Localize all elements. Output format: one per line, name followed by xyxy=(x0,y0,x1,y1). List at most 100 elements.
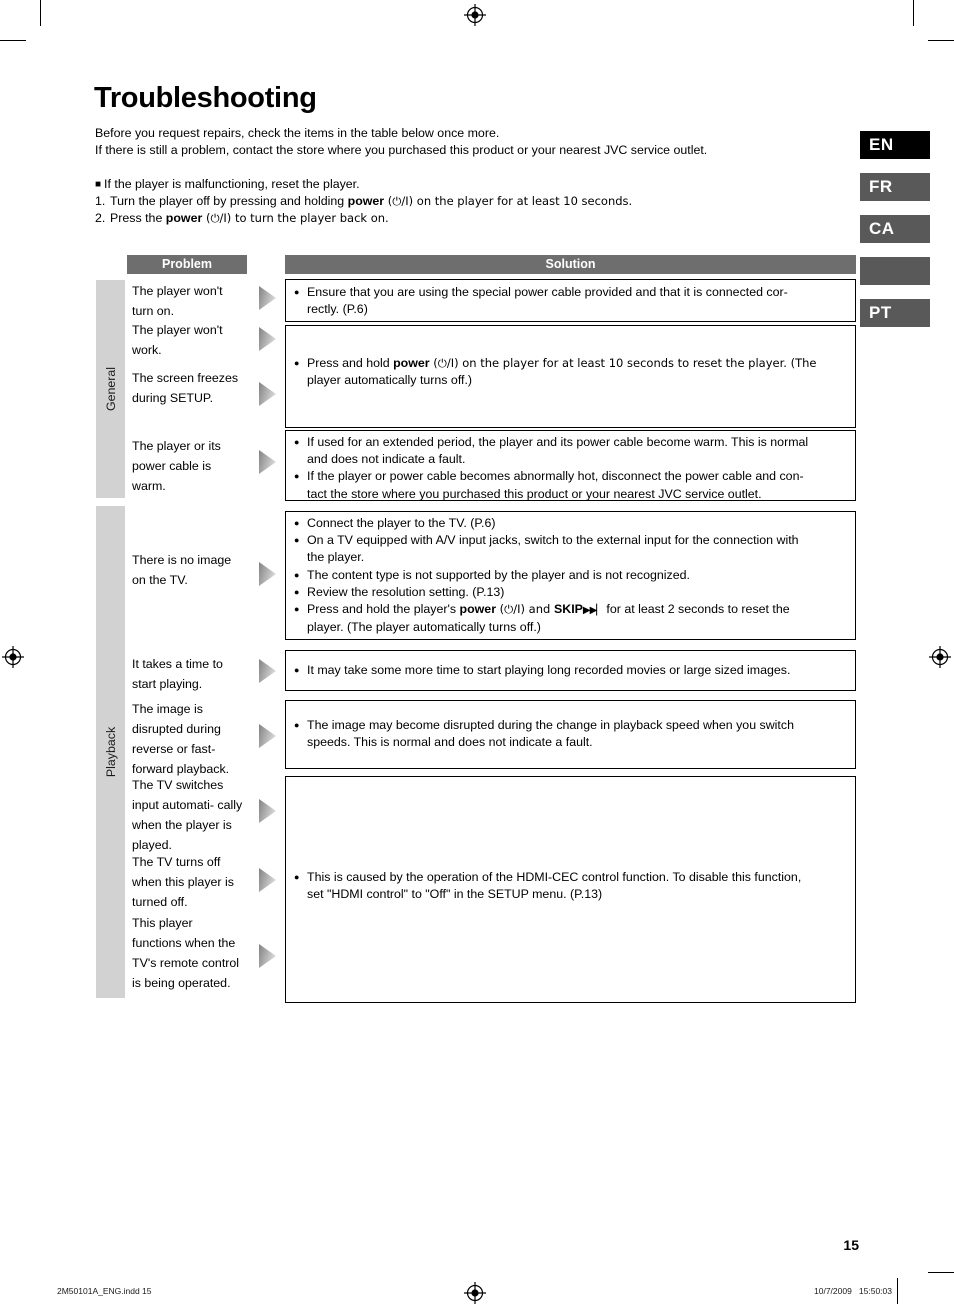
arrow-icon-row-3 xyxy=(259,382,276,406)
arrow-icon-row-5 xyxy=(259,562,276,586)
solution-4-bullet-1: Connect the player to the TV. (P.6) xyxy=(294,515,847,532)
reset-step-2-text-a: Press the xyxy=(110,211,166,225)
intro-paragraph: Before you request repairs, check the it… xyxy=(95,125,835,159)
reset-step-2: 2. Press the power (⏻/I) to turn the play… xyxy=(95,210,835,227)
language-tab-pt[interactable]: PT xyxy=(860,299,930,327)
registration-mark-left-center xyxy=(2,646,24,668)
reset-heading-text: If the player is malfunctioning, reset t… xyxy=(104,177,360,191)
solution-4-b5-text-b: for at least 2 seconds to reset the xyxy=(602,602,790,617)
category-bar-general: General xyxy=(96,280,125,498)
problem-cell-2: The player won't work. xyxy=(132,323,223,357)
solution-box-4: Connect the player to the TV. (P.6) On a… xyxy=(285,511,856,640)
crop-mark-top-left-horizontal xyxy=(0,40,26,41)
solution-3-b2-line-1: If the player or power cable becomes abn… xyxy=(307,469,804,484)
square-bullet-icon: ■ xyxy=(95,179,102,190)
language-tab-ca[interactable]: CA xyxy=(860,215,930,243)
table-header-solution: Solution xyxy=(285,255,856,274)
reset-step-1-number: 1. xyxy=(95,194,106,208)
skip-forward-icon: ▶▶▏ xyxy=(582,605,604,617)
category-label-playback: Playback xyxy=(103,726,118,778)
page-number: 15 xyxy=(843,1237,859,1253)
reset-step-1-text-a: Turn the player off by pressing and hold… xyxy=(110,194,348,208)
solution-6-b1-line-2: speeds. This is normal and does not indi… xyxy=(307,735,593,750)
solution-4-skip-label: SKIP xyxy=(553,602,583,617)
solution-4-bullet-2: On a TV equipped with A/V input jacks, s… xyxy=(294,532,847,566)
crop-mark-bottom-right-vertical xyxy=(897,1278,898,1304)
crop-mark-bottom-right-horizontal xyxy=(928,1272,954,1273)
arrow-icon-row-9 xyxy=(259,868,276,892)
solution-1-line-1: Ensure that you are using the special po… xyxy=(307,285,788,299)
arrow-icon-row-1 xyxy=(259,286,276,310)
crop-mark-top-left-vertical xyxy=(40,0,41,26)
solution-4-b5-text-mid: (⏻/I) and xyxy=(496,602,554,617)
solution-box-2: Press and hold power (⏻/I) on the player… xyxy=(285,325,856,428)
solution-4-b5-line-2: player. (The player automatically turns … xyxy=(307,620,541,635)
reset-instructions: ■ If the player is malfunctioning, reset … xyxy=(95,176,835,227)
solution-2-line-2: player automatically turns off.) xyxy=(307,373,473,388)
registration-mark-bottom-center xyxy=(464,1282,486,1304)
solution-4-b2-line-2: the player. xyxy=(307,550,365,565)
problem-cell-9: The TV turns off when this player is tur… xyxy=(132,855,234,909)
solution-1-line-2: rectly. (P.6) xyxy=(307,302,368,317)
arrow-icon-row-8 xyxy=(259,799,276,823)
crop-mark-top-right-horizontal xyxy=(928,40,954,41)
reset-step-1-text-b: (⏻/I) on the player for at least 10 seco… xyxy=(384,194,633,208)
solution-3-b1-line-1: If used for an extended period, the play… xyxy=(307,435,809,449)
solution-5-bullet-1: It may take some more time to start play… xyxy=(294,662,847,679)
problem-cell-7: The image is disrupted during reverse or… xyxy=(132,702,230,776)
problem-cell-10: This player functions when the TV's remo… xyxy=(132,916,240,990)
solution-4-power-label: power xyxy=(459,602,497,617)
language-tab-en[interactable]: EN xyxy=(860,131,930,159)
solution-2-text-b: (⏻/I) on the player for at least 10 seco… xyxy=(429,356,817,370)
solution-6-bullet-1: The image may become disrupted during th… xyxy=(294,717,847,751)
crop-mark-top-right-vertical xyxy=(913,0,914,26)
language-tab-blank[interactable] xyxy=(860,257,930,285)
solution-4-bullet-3: The content type is not supported by the… xyxy=(294,567,847,584)
registration-mark-top-center xyxy=(464,4,486,26)
footer-timestamp: 10/7/2009 15:50:03 xyxy=(814,1286,892,1296)
language-tab-fr[interactable]: FR xyxy=(860,173,930,201)
solution-1-bullet-1: Ensure that you are using the special po… xyxy=(294,284,847,318)
solution-4-bullet-5: Press and hold the player's power (⏻/I) … xyxy=(294,601,847,636)
solution-7-bullet-1: This is caused by the operation of the H… xyxy=(294,869,847,903)
reset-step-1-power-label: power xyxy=(347,194,385,208)
solution-box-7: This is caused by the operation of the H… xyxy=(285,776,856,1003)
category-label-general: General xyxy=(103,366,118,412)
solution-2-text-a: Press and hold xyxy=(307,356,394,370)
problem-cell-3: The screen freezes during SETUP. xyxy=(132,371,239,405)
solution-7-b1-line-1: This is caused by the operation of the H… xyxy=(307,870,802,884)
reset-step-1: 1. Turn the player off by pressing and ho… xyxy=(95,193,835,210)
arrow-icon-row-2 xyxy=(259,327,276,351)
solution-2-power-label: power xyxy=(393,356,430,370)
solution-3-bullet-2: If the player or power cable becomes abn… xyxy=(294,468,847,502)
registration-mark-right-center xyxy=(929,646,951,668)
solution-3-bullet-1: If used for an extended period, the play… xyxy=(294,434,847,468)
solution-box-3: If used for an extended period, the play… xyxy=(285,430,856,501)
problem-cell-8: The TV switches input automati- cally wh… xyxy=(132,778,243,852)
intro-line-1: Before you request repairs, check the it… xyxy=(95,126,500,140)
page-title: Troubleshooting xyxy=(94,82,317,114)
problem-cell-1: The player won't turn on. xyxy=(132,284,223,318)
problem-cell-6: It takes a time to start playing. xyxy=(132,657,223,691)
solution-6-b1-line-1: The image may become disrupted during th… xyxy=(307,718,794,732)
reset-step-2-power-label: power xyxy=(165,211,203,225)
solution-2-bullet-1: Press and hold power (⏻/I) on the player… xyxy=(294,355,847,389)
arrow-icon-row-4 xyxy=(259,450,276,474)
solution-box-6: The image may become disrupted during th… xyxy=(285,700,856,769)
intro-line-2: If there is still a problem, contact the… xyxy=(95,143,708,157)
solution-4-b5-text-a: Press and hold the player's xyxy=(307,602,460,617)
footer-filename: 2M50101A_ENG.indd 15 xyxy=(57,1286,152,1296)
category-bar-playback: Playback xyxy=(96,506,125,998)
solution-4-b2-line-1: On a TV equipped with A/V input jacks, s… xyxy=(307,533,799,548)
arrow-icon-row-10 xyxy=(259,944,276,968)
reset-heading: ■ If the player is malfunctioning, reset … xyxy=(95,176,835,193)
solution-3-b2-line-2: tact the store where you purchased this … xyxy=(307,486,762,501)
reset-step-2-text-b: (⏻/I) to turn the player back on. xyxy=(202,211,389,225)
arrow-icon-row-7 xyxy=(259,724,276,748)
language-tab-list: EN FR CA PT xyxy=(860,131,930,341)
solution-box-5: It may take some more time to start play… xyxy=(285,650,856,691)
reset-step-2-number: 2. xyxy=(95,211,106,225)
solution-box-1: Ensure that you are using the special po… xyxy=(285,279,856,322)
solution-3-b1-line-2: and does not indicate a fault. xyxy=(307,452,466,467)
problem-cell-5: There is no image on the TV. xyxy=(132,553,232,587)
